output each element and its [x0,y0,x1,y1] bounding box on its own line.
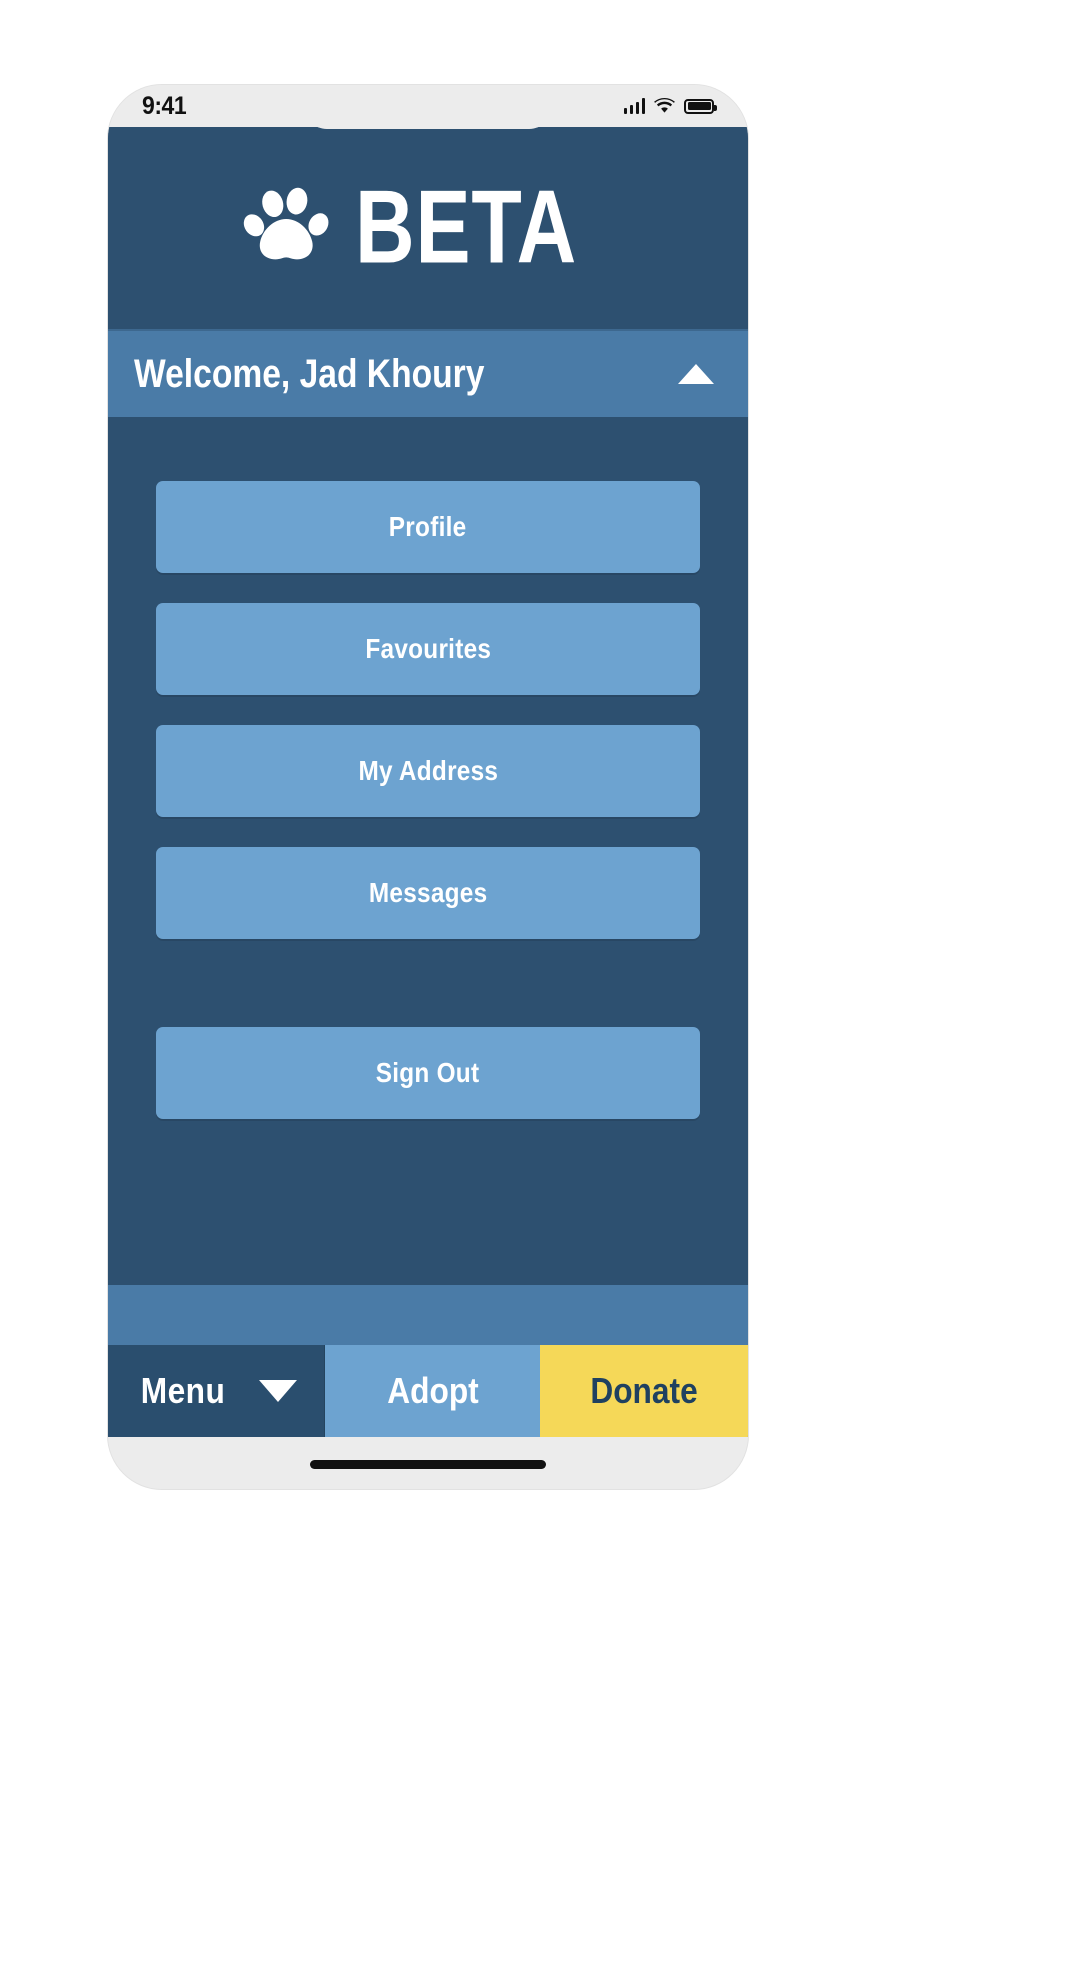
status-bar: 9:41 [108,85,748,127]
menu-item-my-address[interactable]: My Address [156,725,700,817]
status-bar-time: 9:41 [142,91,187,120]
nav-donate-button[interactable]: Donate [540,1345,748,1437]
menu-item-label: My Address [358,755,498,786]
nav-adopt-label: Adopt [386,1370,479,1411]
account-menu-panel: Profile Favourites My Address Messages S… [108,417,748,1337]
menu-item-label: Messages [368,877,488,908]
sign-out-label: Sign Out [376,1057,480,1088]
accent-strip [108,1285,748,1345]
welcome-bar[interactable]: Welcome, Jad Khoury [108,329,748,417]
app-screen: BETA Welcome, Jad Khoury Profile Favouri… [108,127,748,1437]
cellular-signal-icon [623,98,645,114]
brand-wordmark: BETA [354,169,577,286]
nav-adopt-button[interactable]: Adopt [325,1345,540,1437]
paw-print-icon [243,187,329,260]
phone-frame: 9:41 BETA Welcome, Jad Khoury Profile Fa… [108,85,748,1489]
caret-up-icon[interactable] [678,364,714,384]
caret-down-icon [259,1380,297,1402]
welcome-greeting: Welcome, Jad Khoury [134,351,485,396]
nav-menu-button[interactable]: Menu [108,1345,325,1437]
status-bar-indicators [623,98,717,114]
home-indicator[interactable] [310,1460,546,1469]
screenshot-canvas: 9:41 BETA Welcome, Jad Khoury Profile Fa… [0,0,1086,1970]
app-header: BETA [108,127,748,329]
menu-item-messages[interactable]: Messages [156,847,700,939]
menu-item-label: Profile [389,511,467,542]
bottom-navigation: Menu Adopt Donate [108,1345,748,1437]
menu-item-profile[interactable]: Profile [156,481,700,573]
nav-donate-label: Donate [590,1370,698,1411]
menu-item-label: Favourites [365,633,491,664]
sign-out-button[interactable]: Sign Out [156,1027,700,1119]
nav-menu-label: Menu [140,1370,226,1411]
battery-icon [684,98,717,114]
wifi-icon [654,98,675,113]
menu-item-favourites[interactable]: Favourites [156,603,700,695]
